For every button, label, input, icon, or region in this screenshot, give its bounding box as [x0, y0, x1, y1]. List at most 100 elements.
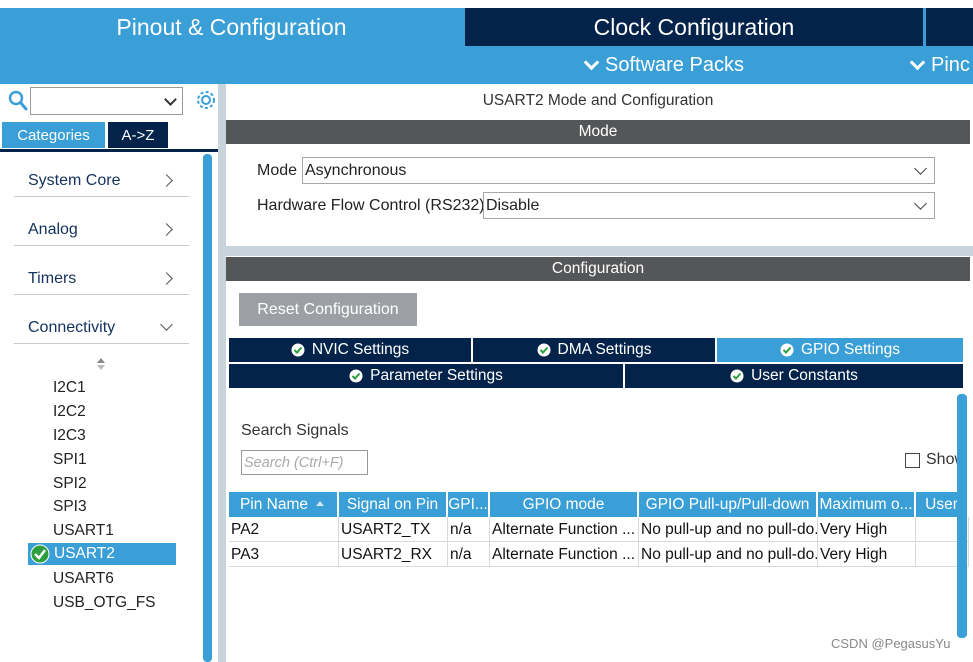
- section-divider: [226, 246, 973, 256]
- column-header-label: Pin Name: [239, 495, 309, 513]
- subtab-label: Software Packs: [605, 53, 744, 76]
- top-tab-bar: Pinout & Configuration Clock Configurati…: [0, 0, 973, 84]
- subtab-pinout[interactable]: Pinc: [909, 48, 970, 82]
- cell-gpio: n/a: [448, 542, 490, 567]
- cell-max-speed: Very High: [818, 517, 916, 542]
- chevron-down-icon: [909, 54, 926, 70]
- flow-control-value: Disable: [486, 196, 540, 214]
- cell-pull: No pull-up and no pull-do...: [639, 517, 818, 542]
- tab-label: NVIC Settings: [311, 341, 410, 358]
- top-strip: [0, 0, 973, 8]
- tab-dma-settings[interactable]: DMA Settings: [473, 338, 715, 362]
- column-header-signal[interactable]: Signal on Pin: [339, 492, 448, 517]
- tab-nvic-settings[interactable]: NVIC Settings: [229, 338, 471, 362]
- tab-label: Parameter Settings: [370, 367, 503, 384]
- category-system-core[interactable]: System Core: [14, 165, 189, 197]
- category-label: System Core: [28, 171, 121, 189]
- category-tabs: Categories A->Z: [2, 122, 168, 148]
- page-title: USART2 Mode and Configuration: [482, 92, 714, 109]
- check-circle-icon: [780, 343, 794, 357]
- cell-pin-name: PA3: [229, 542, 339, 567]
- check-circle-icon: [537, 343, 551, 357]
- chevron-down-icon: [914, 197, 927, 210]
- tab-gpio-settings[interactable]: GPIO Settings: [717, 338, 963, 362]
- sidebar-item-label: USART2: [54, 545, 115, 562]
- check-circle-icon: [349, 369, 363, 383]
- cell-signal: USART2_RX: [339, 542, 448, 567]
- sort-icon: [316, 500, 325, 506]
- table-row[interactable]: PA2 USART2_TX n/a Alternate Function ...…: [229, 517, 969, 542]
- sidebar-item-usart6[interactable]: USART6: [53, 568, 114, 590]
- sidebar-item-spi1[interactable]: SPI1: [53, 449, 87, 471]
- sidebar-item-i2c3[interactable]: I2C3: [53, 425, 86, 447]
- show-checkbox[interactable]: [905, 453, 920, 468]
- search-signals-input[interactable]: Search (Ctrl+F): [241, 450, 368, 475]
- tab-pinout-configuration[interactable]: Pinout & Configuration: [0, 8, 463, 46]
- category-label: Connectivity: [28, 318, 116, 336]
- cell-pull: No pull-up and no pull-do...: [639, 542, 818, 567]
- column-header-max-speed[interactable]: Maximum o...: [818, 492, 916, 517]
- search-icon[interactable]: [8, 90, 28, 112]
- watermark: CSDN @PegasusYu: [831, 636, 951, 651]
- column-header-gpio[interactable]: GPI...: [448, 492, 490, 517]
- gpio-scrollbar[interactable]: [957, 394, 967, 638]
- sort-icon[interactable]: [96, 357, 106, 371]
- chevron-down-icon[interactable]: [164, 93, 177, 106]
- sidebar-item-usart2[interactable]: USART2: [28, 543, 176, 565]
- chevron-right-icon: [160, 174, 173, 187]
- cell-gpio: n/a: [448, 517, 490, 542]
- tab-parameter-settings[interactable]: Parameter Settings: [229, 364, 623, 388]
- gpio-signals-area: Search Signals Search (Ctrl+F) Show Pin …: [229, 394, 969, 662]
- sidebar-item-spi3[interactable]: SPI3: [53, 496, 87, 518]
- tab-clock-configuration[interactable]: Clock Configuration: [465, 8, 923, 46]
- category-label: Analog: [28, 220, 78, 238]
- configuration-section-header: Configuration: [226, 257, 970, 281]
- sidebar-item-i2c2[interactable]: I2C2: [53, 401, 86, 423]
- cell-pin-name: PA2: [229, 517, 339, 542]
- flow-control-select[interactable]: Disable: [483, 192, 935, 219]
- config-panel: USART2 Mode and Configuration Mode Mode …: [226, 84, 973, 662]
- category-analog[interactable]: Analog: [14, 214, 189, 246]
- check-circle-icon: [30, 544, 50, 564]
- column-header-gpio-mode[interactable]: GPIO mode: [490, 492, 639, 517]
- sidebar-item-usart1[interactable]: USART1: [53, 520, 114, 542]
- sidebar-scrollbar[interactable]: [203, 154, 212, 662]
- sidebar-item-usb-otg-fs[interactable]: USB_OTG_FS: [53, 592, 156, 614]
- table-row[interactable]: PA3 USART2_RX n/a Alternate Function ...…: [229, 542, 969, 567]
- subtab-label: Pinc: [931, 53, 970, 76]
- column-header-pin-name[interactable]: Pin Name: [229, 492, 339, 517]
- chevron-down-icon: [914, 162, 927, 175]
- subtab-software-packs[interactable]: Software Packs: [583, 48, 744, 82]
- mode-label: Mode: [257, 162, 298, 179]
- cell-signal: USART2_TX: [339, 517, 448, 542]
- category-list: System Core Analog Timers Connectivity I…: [0, 152, 218, 662]
- mode-section-header: Mode: [226, 120, 970, 144]
- sidebar-search-input[interactable]: [30, 87, 183, 115]
- panel-divider[interactable]: [218, 84, 226, 662]
- cell-gpio-mode: Alternate Function ...: [490, 542, 639, 567]
- sidebar: Categories A->Z System Core Analog Timer…: [0, 84, 218, 662]
- category-label: Timers: [28, 269, 77, 287]
- reset-configuration-button[interactable]: Reset Configuration: [239, 293, 417, 326]
- search-signals-label: Search Signals: [241, 422, 349, 439]
- mode-value: Asynchronous: [305, 161, 407, 179]
- column-header-pull[interactable]: GPIO Pull-up/Pull-down: [639, 492, 818, 517]
- table-header: Pin Name Signal on Pin GPI... GPIO mode …: [229, 492, 969, 517]
- chevron-down-icon: [160, 318, 173, 331]
- chevron-down-icon: [583, 54, 600, 70]
- gear-icon[interactable]: [195, 89, 217, 111]
- mode-select[interactable]: Asynchronous: [302, 157, 935, 184]
- tab-user-constants[interactable]: User Constants: [625, 364, 963, 388]
- sidebar-item-i2c1[interactable]: I2C1: [53, 377, 86, 399]
- tab-overflow[interactable]: [926, 8, 973, 46]
- chevron-right-icon: [160, 272, 173, 285]
- cell-gpio-mode: Alternate Function ...: [490, 517, 639, 542]
- flow-control-label: Hardware Flow Control (RS232): [257, 197, 485, 214]
- check-circle-icon: [291, 343, 305, 357]
- category-timers[interactable]: Timers: [14, 263, 189, 295]
- tab-label: User Constants: [751, 367, 858, 384]
- tab-categories[interactable]: Categories: [2, 122, 105, 148]
- sidebar-item-spi2[interactable]: SPI2: [53, 473, 87, 495]
- tab-a-to-z[interactable]: A->Z: [108, 122, 168, 148]
- category-connectivity[interactable]: Connectivity: [14, 312, 189, 344]
